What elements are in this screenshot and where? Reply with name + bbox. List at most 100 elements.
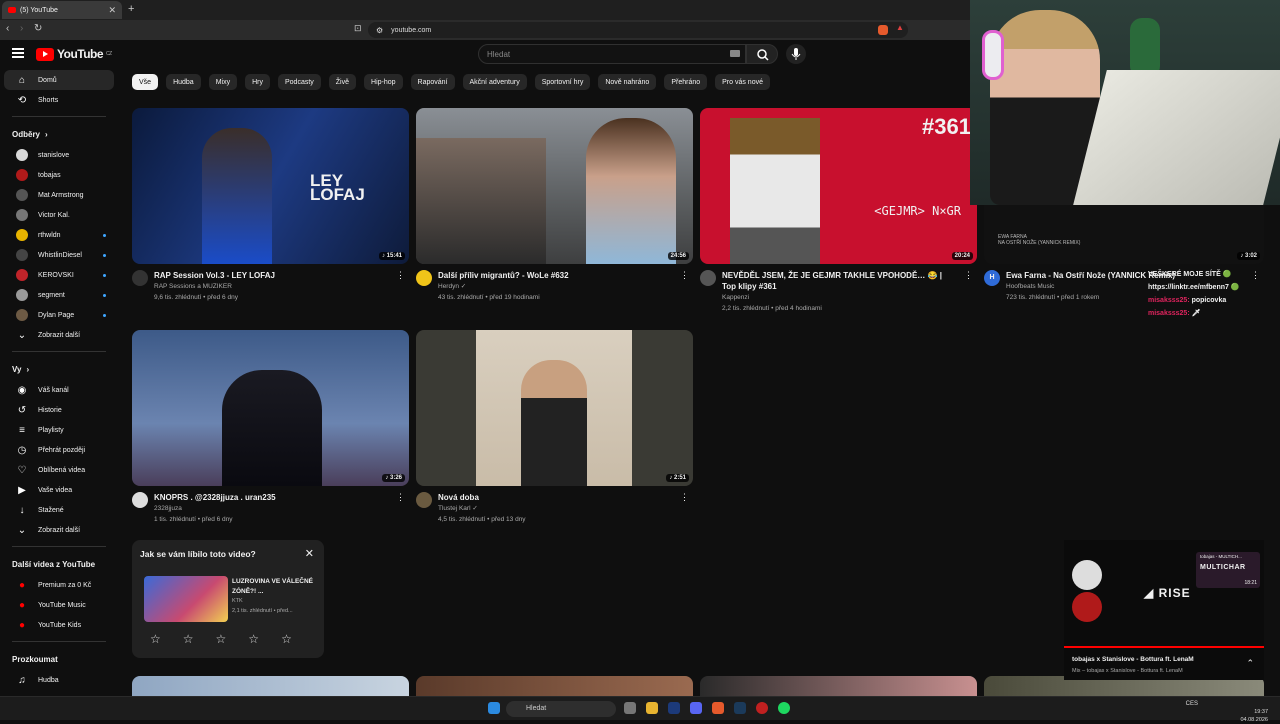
video-thumbnail[interactable]: LEY LOFAJ ♪ 15:41 bbox=[132, 108, 409, 264]
playback-progress[interactable] bbox=[1064, 646, 1264, 648]
spotify-icon[interactable] bbox=[778, 702, 790, 714]
discord-icon[interactable] bbox=[690, 702, 702, 714]
steam-icon[interactable] bbox=[734, 702, 746, 714]
channel-name[interactable]: Tlustej Karl ✓ bbox=[438, 503, 673, 514]
sidebar-item-subscription[interactable]: WhistlinDiesel bbox=[4, 245, 114, 265]
video-title[interactable]: Nová doba bbox=[438, 492, 673, 503]
video-thumbnail[interactable]: #361 <GEJMR> N×GR 20:24 bbox=[700, 108, 977, 264]
filter-chip[interactable]: Hip-hop bbox=[364, 74, 403, 90]
browser-tab[interactable]: (5) YouTube ✕ bbox=[2, 1, 122, 19]
sidebar-item-subscription[interactable]: Victor Kal. bbox=[4, 205, 114, 225]
filter-chip[interactable]: Akční adventury bbox=[462, 74, 527, 90]
star-icon[interactable]: ☆ bbox=[248, 632, 259, 646]
subscriptions-heading[interactable]: Odběry › bbox=[0, 123, 118, 145]
you-heading[interactable]: Vy › bbox=[0, 358, 118, 380]
video-card[interactable]: ♪ 2:51 Nová doba Tlustej Karl ✓ 4,5 tis.… bbox=[416, 330, 693, 525]
sidebar-item-subscription[interactable]: Mat Armstrong bbox=[4, 185, 114, 205]
filter-chip[interactable]: Přehráno bbox=[664, 74, 708, 90]
subscriptions-show-more[interactable]: ⌄ Zobrazit další bbox=[4, 325, 114, 345]
video-thumbnail[interactable] bbox=[132, 676, 409, 696]
filter-chip[interactable]: Mixy bbox=[208, 74, 238, 90]
video-thumbnail[interactable] bbox=[416, 676, 693, 696]
bookmark-icon[interactable]: ⊡ bbox=[354, 23, 362, 34]
video-title[interactable]: NEVĚDĚL JSEM, ŽE JE GEJMR TAKHLE VPOHODĚ… bbox=[722, 270, 957, 292]
video-thumbnail[interactable]: ♪ 3:26 bbox=[132, 330, 409, 486]
sidebar-item-subscription[interactable]: stanislove bbox=[4, 145, 114, 165]
filter-chip[interactable]: Vše bbox=[132, 74, 159, 90]
sidebar-item-you[interactable]: ≡ Playlisty bbox=[4, 420, 114, 440]
photoshop-icon[interactable] bbox=[668, 702, 680, 714]
site-info-icon[interactable]: ⚙ bbox=[376, 26, 383, 35]
more-options-icon[interactable]: ⋮ bbox=[396, 270, 405, 281]
channel-avatar[interactable] bbox=[132, 492, 148, 508]
video-card[interactable]: 24:56 Další příliv migrantů? - WoLe #632… bbox=[416, 108, 693, 303]
filter-chip[interactable]: Hudba bbox=[166, 74, 201, 90]
video-title[interactable]: RAP Session Vol.3 - LEY LOFAJ bbox=[154, 270, 389, 281]
sidebar-item-youtube-app[interactable]: ● YouTube Kids bbox=[4, 615, 114, 635]
expand-icon[interactable]: ⌃ bbox=[1246, 658, 1254, 669]
file-explorer-icon[interactable] bbox=[646, 702, 658, 714]
channel-avatar[interactable] bbox=[700, 270, 716, 286]
new-tab-icon[interactable]: + bbox=[128, 3, 134, 15]
channel-name[interactable]: RAP Sessions a MUZIKER bbox=[154, 281, 389, 292]
video-card[interactable]: LEY LOFAJ ♪ 15:41 RAP Session Vol.3 - LE… bbox=[132, 108, 409, 303]
sidebar-item-you[interactable]: ♡ Oblíbená videa bbox=[4, 460, 114, 480]
more-options-icon[interactable]: ⋮ bbox=[396, 492, 405, 503]
channel-avatar[interactable]: H bbox=[984, 270, 1000, 286]
menu-icon[interactable] bbox=[12, 48, 24, 58]
sidebar-item-you[interactable]: ◷ Přehrát později bbox=[4, 440, 114, 460]
sidebar-item-youtube-app[interactable]: ● YouTube Music bbox=[4, 595, 114, 615]
more-options-icon[interactable]: ⋮ bbox=[964, 270, 973, 281]
filter-chip[interactable]: Hry bbox=[245, 74, 270, 90]
survey-video-title[interactable]: LUZROVINA VE VÁLEČNÉ ZÓNĚ?! ... bbox=[232, 577, 316, 597]
back-icon[interactable]: ‹ bbox=[6, 23, 9, 34]
more-options-icon[interactable]: ⋮ bbox=[680, 492, 689, 503]
sidebar-item-home[interactable]: ⌂ Domů bbox=[4, 70, 114, 90]
video-thumbnail[interactable]: ♪ 2:51 bbox=[416, 330, 693, 486]
channel-name[interactable]: Herdyn ✓ bbox=[438, 281, 673, 292]
keyboard-icon[interactable] bbox=[730, 50, 740, 57]
channel-avatar[interactable] bbox=[132, 270, 148, 286]
filter-chip[interactable]: Rapování bbox=[410, 74, 455, 90]
survey-video-thumbnail[interactable] bbox=[144, 576, 228, 622]
filter-chip[interactable]: Pro vás nové bbox=[715, 74, 770, 90]
sidebar-item-shorts[interactable]: ⟲ Shorts bbox=[4, 90, 114, 110]
filter-chip[interactable]: Nově nahráno bbox=[598, 74, 657, 90]
sidebar-item-you[interactable]: ◉ Váš kanál bbox=[4, 380, 114, 400]
address-bar[interactable]: ⚙ youtube.com bbox=[368, 22, 908, 38]
sidebar-item-subscription[interactable]: segment bbox=[4, 285, 114, 305]
video-title[interactable]: Další příliv migrantů? - WoLe #632 bbox=[438, 270, 673, 281]
taskbar-search[interactable]: Hledat bbox=[506, 701, 616, 717]
filter-chip[interactable]: Podcasty bbox=[277, 74, 321, 90]
star-icon[interactable]: ☆ bbox=[150, 632, 161, 646]
sidebar-item-you[interactable]: ⌄ Zobrazit další bbox=[4, 520, 114, 540]
channel-name[interactable]: 2328jjuza bbox=[154, 503, 389, 514]
sidebar-item-subscription[interactable]: KEROVSKI bbox=[4, 265, 114, 285]
now-playing-thumbnail[interactable]: tobajas - MULTICH... MULTICHAR 18:21 bbox=[1196, 552, 1260, 588]
obs-icon[interactable] bbox=[756, 702, 768, 714]
star-icon[interactable]: ☆ bbox=[216, 632, 227, 646]
video-card[interactable]: #361 <GEJMR> N×GR 20:24 NEVĚDĚL JSEM, ŽE… bbox=[700, 108, 977, 314]
more-options-icon[interactable]: ⋮ bbox=[680, 270, 689, 281]
youtube-logo[interactable]: YouTube CZ bbox=[36, 47, 112, 61]
system-tray[interactable]: CES 19:37 04.08.2026 bbox=[1186, 700, 1268, 724]
sidebar-item-subscription[interactable]: Dylan Page bbox=[4, 305, 114, 325]
video-title[interactable]: KNOPRS . @2328jjuza . uran235 bbox=[154, 492, 389, 503]
task-view-icon[interactable] bbox=[624, 702, 636, 714]
star-icon[interactable]: ☆ bbox=[281, 632, 292, 646]
close-icon[interactable]: ✕ bbox=[305, 547, 314, 560]
sidebar-item-youtube-app[interactable]: ● Premium za 0 Kč bbox=[4, 575, 114, 595]
voice-search-button[interactable] bbox=[786, 44, 806, 64]
channel-avatar[interactable] bbox=[416, 492, 432, 508]
search-button[interactable] bbox=[746, 44, 778, 64]
channel-avatar[interactable] bbox=[416, 270, 432, 286]
brave-icon[interactable] bbox=[712, 702, 724, 714]
sidebar-item-subscription[interactable]: tobajas bbox=[4, 165, 114, 185]
sidebar-item-you[interactable]: ↺ Historie bbox=[4, 400, 114, 420]
channel-name[interactable]: Kappenzi bbox=[722, 292, 957, 303]
video-thumbnail[interactable]: 24:56 bbox=[416, 108, 693, 264]
filter-chip[interactable]: Živě bbox=[328, 74, 357, 90]
forward-icon[interactable]: › bbox=[20, 23, 23, 34]
sidebar-item-explore[interactable]: ♫ Hudba bbox=[4, 670, 114, 690]
sidebar-item-you[interactable]: ▶ Vaše videa bbox=[4, 480, 114, 500]
